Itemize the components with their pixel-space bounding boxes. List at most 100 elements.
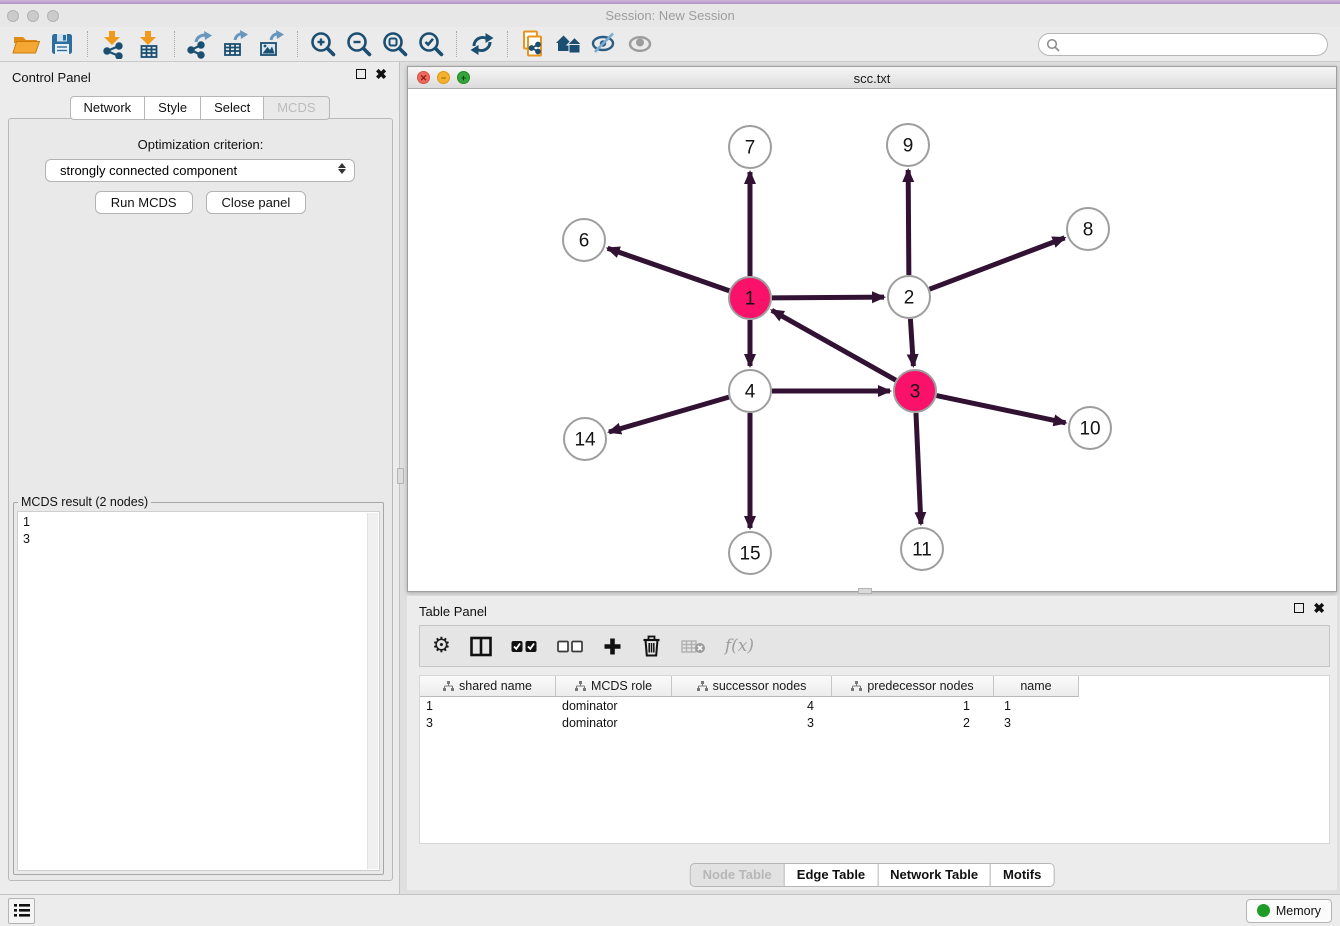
network-canvas[interactable]: 7 9 6 8 1 2 4 3 14 10 15 11	[408, 90, 1336, 591]
first-neighbors-button[interactable]	[551, 28, 587, 60]
table-row[interactable]: 3dominator323	[420, 714, 1329, 731]
zoom-fit-button[interactable]	[377, 28, 413, 60]
column-header-successor-nodes[interactable]: successor nodes	[672, 676, 832, 697]
tab-select[interactable]: Select	[200, 96, 263, 120]
graph-node-6[interactable]: 6	[563, 219, 605, 261]
clone-network-button[interactable]	[515, 28, 551, 60]
list-icon	[14, 903, 30, 918]
graph-node-2[interactable]: 2	[888, 276, 930, 318]
graph-node-10[interactable]: 10	[1069, 407, 1111, 449]
session-title: Session: New Session	[0, 8, 1340, 23]
titlebar: Session: New Session	[0, 4, 1340, 27]
select-all-button[interactable]	[511, 640, 538, 653]
trash-icon	[641, 635, 662, 657]
export-table-button[interactable]	[218, 28, 254, 60]
zoom-in-button[interactable]	[305, 28, 341, 60]
graph-node-15[interactable]: 15	[729, 532, 771, 574]
hide-selected-button[interactable]	[587, 28, 623, 60]
graph-edge-2-8[interactable]	[930, 238, 1065, 289]
close-panel-button[interactable]: Close panel	[206, 191, 307, 214]
save-session-button[interactable]	[44, 28, 80, 60]
graph-edge-4-14[interactable]	[609, 397, 729, 432]
graph-edge-1-2[interactable]	[772, 297, 884, 298]
workspace: Control Panel ✖ NetworkStyleSelectMCDS O…	[0, 62, 1340, 894]
memory-button[interactable]: Memory	[1246, 899, 1332, 923]
import-network-button[interactable]	[95, 28, 131, 60]
export-network-button[interactable]	[182, 28, 218, 60]
application-window: Session: New Session	[0, 0, 1340, 926]
apply-function-button[interactable]: f(x)	[725, 636, 754, 656]
table-row[interactable]: 1dominator411	[420, 697, 1329, 714]
tab-edge-table[interactable]: Edge Table	[784, 863, 877, 887]
apply-layout-button[interactable]	[464, 28, 500, 60]
graph-edge-2-9[interactable]	[908, 170, 909, 275]
graph-node-3[interactable]: 3	[894, 370, 936, 412]
graph-edge-3-10[interactable]	[937, 396, 1066, 423]
delete-row-button[interactable]	[641, 635, 662, 657]
tab-node-table[interactable]: Node Table	[690, 863, 784, 887]
graph-node-4[interactable]: 4	[729, 370, 771, 412]
table-cell[interactable]: 1	[994, 697, 1079, 714]
zoom-out-button[interactable]	[341, 28, 377, 60]
show-column-button[interactable]	[470, 636, 492, 657]
tab-mcds[interactable]: MCDS	[263, 96, 329, 120]
zoom-selected-button[interactable]	[413, 28, 449, 60]
close-table-panel-icon[interactable]: ✖	[1313, 603, 1325, 613]
tab-style[interactable]: Style	[144, 96, 200, 120]
svg-text:1: 1	[745, 289, 756, 310]
table-cell[interactable]: dominator	[556, 697, 672, 714]
table-cell[interactable]: 3	[994, 714, 1079, 731]
column-header-label: name	[1020, 679, 1051, 693]
graph-edge-3-1[interactable]	[772, 310, 896, 380]
open-session-button[interactable]	[8, 28, 44, 60]
task-history-button[interactable]	[8, 898, 35, 924]
graph-node-9[interactable]: 9	[887, 124, 929, 166]
result-scrollbar[interactable]	[367, 513, 378, 869]
table-cell[interactable]: 3	[420, 714, 556, 731]
graph-edge-3-11[interactable]	[916, 413, 921, 524]
main-toolbar	[0, 27, 1340, 62]
table-options-button[interactable]: ⚙	[432, 635, 451, 657]
table-cell[interactable]: 1	[832, 697, 994, 714]
tab-network-table[interactable]: Network Table	[877, 863, 990, 887]
graph-node-8[interactable]: 8	[1067, 208, 1109, 250]
close-panel-icon[interactable]: ✖	[375, 69, 387, 79]
graph-edge-2-3[interactable]	[910, 319, 913, 366]
network-window-titlebar[interactable]: ✕ − + scc.txt	[408, 67, 1336, 89]
delete-table-button[interactable]	[681, 639, 706, 654]
add-row-button[interactable]	[603, 637, 622, 656]
open-folder-icon	[11, 29, 41, 59]
graph-edge-1-6[interactable]	[608, 248, 730, 290]
float-panel-icon[interactable]	[356, 69, 366, 79]
table-panel-title: Table Panel	[419, 604, 487, 619]
show-all-button[interactable]	[623, 28, 659, 60]
float-table-panel-icon[interactable]	[1294, 603, 1304, 613]
run-mcds-button[interactable]: Run MCDS	[95, 191, 193, 214]
graph-node-14[interactable]: 14	[564, 418, 606, 460]
tab-motifs[interactable]: Motifs	[990, 863, 1054, 887]
import-table-button[interactable]	[131, 28, 167, 60]
graph-node-7[interactable]: 7	[729, 126, 771, 168]
deselect-all-button[interactable]	[557, 640, 584, 653]
table-cell[interactable]: 1	[420, 697, 556, 714]
table-cell[interactable]: 2	[832, 714, 994, 731]
graph-node-1[interactable]: 1	[729, 277, 771, 319]
graph-node-11[interactable]: 11	[901, 528, 943, 570]
export-network-icon	[185, 29, 215, 59]
clone-network-icon	[518, 29, 548, 59]
search-input[interactable]	[1038, 33, 1328, 56]
table-cell[interactable]: 3	[672, 714, 832, 731]
column-header-shared-name[interactable]: shared name	[420, 676, 556, 697]
export-image-button[interactable]	[254, 28, 290, 60]
column-header-MCDS-role[interactable]: MCDS role	[556, 676, 672, 697]
network-splitter-handle[interactable]	[858, 588, 872, 594]
tab-network[interactable]: Network	[69, 96, 144, 120]
panel-splitter-handle[interactable]	[397, 468, 404, 484]
column-header-name[interactable]: name	[994, 676, 1079, 697]
zoom-out-icon	[344, 29, 374, 59]
table-cell[interactable]: dominator	[556, 714, 672, 731]
mcds-result-box: 1 3	[17, 511, 380, 871]
optimization-criterion-select[interactable]: strongly connected component	[45, 159, 355, 182]
table-cell[interactable]: 4	[672, 697, 832, 714]
column-header-predecessor-nodes[interactable]: predecessor nodes	[832, 676, 994, 697]
